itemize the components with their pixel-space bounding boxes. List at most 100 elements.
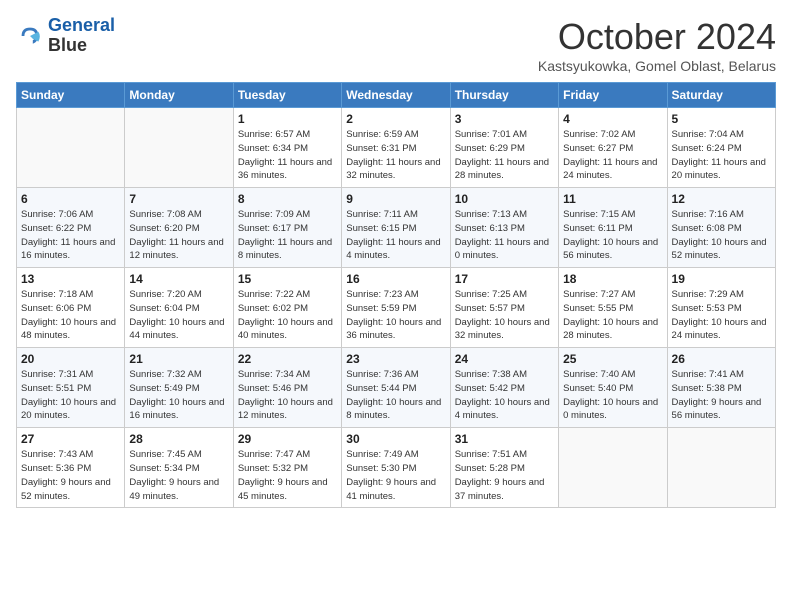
day-info: Sunrise: 7:40 AMSunset: 5:40 PMDaylight:… bbox=[563, 368, 662, 423]
day-number: 31 bbox=[455, 432, 554, 446]
calendar-header-row: SundayMondayTuesdayWednesdayThursdayFrid… bbox=[17, 83, 776, 108]
column-header-wednesday: Wednesday bbox=[342, 83, 450, 108]
day-number: 21 bbox=[129, 352, 228, 366]
calendar-week-3: 13 Sunrise: 7:18 AMSunset: 6:06 PMDayligh… bbox=[17, 268, 776, 348]
day-info: Sunrise: 7:22 AMSunset: 6:02 PMDaylight:… bbox=[238, 288, 337, 343]
column-header-monday: Monday bbox=[125, 83, 233, 108]
day-number: 11 bbox=[563, 192, 662, 206]
day-number: 18 bbox=[563, 272, 662, 286]
day-number: 26 bbox=[672, 352, 771, 366]
day-number: 19 bbox=[672, 272, 771, 286]
day-number: 3 bbox=[455, 112, 554, 126]
calendar-table: SundayMondayTuesdayWednesdayThursdayFrid… bbox=[16, 82, 776, 508]
calendar-cell: 17Sunrise: 7:25 AMSunset: 5:57 PMDayligh… bbox=[450, 268, 558, 348]
calendar-cell: 30 Sunrise: 7:49 AMSunset: 5:30 PMDayligh… bbox=[342, 428, 450, 508]
day-number: 30 bbox=[346, 432, 445, 446]
calendar-cell: 13 Sunrise: 7:18 AMSunset: 6:06 PMDayligh… bbox=[17, 268, 125, 348]
day-number: 22 bbox=[238, 352, 337, 366]
day-number: 28 bbox=[129, 432, 228, 446]
day-number: 16 bbox=[346, 272, 445, 286]
day-info: Sunrise: 7:45 AMSunset: 5:34 PMDaylight:… bbox=[129, 448, 228, 503]
calendar-cell: 5 Sunrise: 7:04 AMSunset: 6:24 PMDaylight… bbox=[667, 108, 775, 188]
calendar-cell: 27 Sunrise: 7:43 AMSunset: 5:36 PMDayligh… bbox=[17, 428, 125, 508]
day-info: Sunrise: 7:08 AMSunset: 6:20 PMDaylight:… bbox=[129, 208, 228, 263]
calendar-cell: 18 Sunrise: 7:27 AMSunset: 5:55 PMDayligh… bbox=[559, 268, 667, 348]
day-info: Sunrise: 7:15 AMSunset: 6:11 PMDaylight:… bbox=[563, 208, 662, 263]
calendar-cell: 24Sunrise: 7:38 AMSunset: 5:42 PMDayligh… bbox=[450, 348, 558, 428]
day-info: Sunrise: 7:43 AMSunset: 5:36 PMDaylight:… bbox=[21, 448, 120, 503]
column-header-friday: Friday bbox=[559, 83, 667, 108]
calendar-cell: 29 Sunrise: 7:47 AMSunset: 5:32 PMDayligh… bbox=[233, 428, 341, 508]
day-number: 10 bbox=[455, 192, 554, 206]
day-info: Sunrise: 6:59 AMSunset: 6:31 PMDaylight:… bbox=[346, 128, 445, 183]
logo-line1: General bbox=[48, 15, 115, 35]
day-number: 14 bbox=[129, 272, 228, 286]
day-info: Sunrise: 7:32 AMSunset: 5:49 PMDaylight:… bbox=[129, 368, 228, 423]
calendar-cell: 10 Sunrise: 7:13 AMSunset: 6:13 PMDayligh… bbox=[450, 188, 558, 268]
calendar-cell bbox=[559, 428, 667, 508]
calendar-cell: 20 Sunrise: 7:31 AMSunset: 5:51 PMDayligh… bbox=[17, 348, 125, 428]
day-info: Sunrise: 7:18 AMSunset: 6:06 PMDaylight:… bbox=[21, 288, 120, 343]
day-info: Sunrise: 7:02 AMSunset: 6:27 PMDaylight:… bbox=[563, 128, 662, 183]
calendar-cell: 16 Sunrise: 7:23 AMSunset: 5:59 PMDayligh… bbox=[342, 268, 450, 348]
calendar-cell bbox=[125, 108, 233, 188]
day-info: Sunrise: 7:29 AMSunset: 5:53 PMDaylight:… bbox=[672, 288, 771, 343]
column-header-thursday: Thursday bbox=[450, 83, 558, 108]
logo-icon bbox=[16, 22, 44, 50]
calendar-cell: 12Sunrise: 7:16 AMSunset: 6:08 PMDayligh… bbox=[667, 188, 775, 268]
calendar-cell: 14 Sunrise: 7:20 AMSunset: 6:04 PMDayligh… bbox=[125, 268, 233, 348]
calendar-week-1: 1Sunrise: 6:57 AMSunset: 6:34 PMDaylight… bbox=[17, 108, 776, 188]
day-number: 24 bbox=[455, 352, 554, 366]
calendar-cell: 6Sunrise: 7:06 AMSunset: 6:22 PMDaylight… bbox=[17, 188, 125, 268]
day-info: Sunrise: 7:13 AMSunset: 6:13 PMDaylight:… bbox=[455, 208, 554, 263]
day-number: 17 bbox=[455, 272, 554, 286]
day-info: Sunrise: 7:36 AMSunset: 5:44 PMDaylight:… bbox=[346, 368, 445, 423]
column-header-tuesday: Tuesday bbox=[233, 83, 341, 108]
day-number: 20 bbox=[21, 352, 120, 366]
day-info: Sunrise: 7:01 AMSunset: 6:29 PMDaylight:… bbox=[455, 128, 554, 183]
day-number: 13 bbox=[21, 272, 120, 286]
day-info: Sunrise: 7:49 AMSunset: 5:30 PMDaylight:… bbox=[346, 448, 445, 503]
calendar-cell: 23 Sunrise: 7:36 AMSunset: 5:44 PMDayligh… bbox=[342, 348, 450, 428]
calendar-cell bbox=[17, 108, 125, 188]
calendar-cell: 1Sunrise: 6:57 AMSunset: 6:34 PMDaylight… bbox=[233, 108, 341, 188]
day-number: 2 bbox=[346, 112, 445, 126]
page-header: General Blue October 2024 Kastsyukowka, … bbox=[16, 16, 776, 74]
logo-text: General Blue bbox=[48, 16, 115, 56]
calendar-cell: 2 Sunrise: 6:59 AMSunset: 6:31 PMDaylight… bbox=[342, 108, 450, 188]
day-number: 29 bbox=[238, 432, 337, 446]
day-info: Sunrise: 7:09 AMSunset: 6:17 PMDaylight:… bbox=[238, 208, 337, 263]
calendar-cell: 31 Sunrise: 7:51 AMSunset: 5:28 PMDayligh… bbox=[450, 428, 558, 508]
calendar-week-5: 27 Sunrise: 7:43 AMSunset: 5:36 PMDayligh… bbox=[17, 428, 776, 508]
calendar-cell bbox=[667, 428, 775, 508]
day-number: 7 bbox=[129, 192, 228, 206]
day-info: Sunrise: 7:51 AMSunset: 5:28 PMDaylight:… bbox=[455, 448, 554, 503]
calendar-cell: 8 Sunrise: 7:09 AMSunset: 6:17 PMDaylight… bbox=[233, 188, 341, 268]
day-info: Sunrise: 7:04 AMSunset: 6:24 PMDaylight:… bbox=[672, 128, 771, 183]
calendar-cell: 19 Sunrise: 7:29 AMSunset: 5:53 PMDayligh… bbox=[667, 268, 775, 348]
day-info: Sunrise: 7:27 AMSunset: 5:55 PMDaylight:… bbox=[563, 288, 662, 343]
calendar-cell: 7 Sunrise: 7:08 AMSunset: 6:20 PMDaylight… bbox=[125, 188, 233, 268]
day-number: 23 bbox=[346, 352, 445, 366]
calendar-cell: 15Sunrise: 7:22 AMSunset: 6:02 PMDayligh… bbox=[233, 268, 341, 348]
day-number: 8 bbox=[238, 192, 337, 206]
day-number: 25 bbox=[563, 352, 662, 366]
title-block: October 2024 Kastsyukowka, Gomel Oblast,… bbox=[538, 16, 776, 74]
day-info: Sunrise: 7:20 AMSunset: 6:04 PMDaylight:… bbox=[129, 288, 228, 343]
calendar-cell: 11 Sunrise: 7:15 AMSunset: 6:11 PMDayligh… bbox=[559, 188, 667, 268]
day-number: 12 bbox=[672, 192, 771, 206]
day-info: Sunrise: 7:31 AMSunset: 5:51 PMDaylight:… bbox=[21, 368, 120, 423]
calendar-cell: 26 Sunrise: 7:41 AMSunset: 5:38 PMDayligh… bbox=[667, 348, 775, 428]
day-number: 5 bbox=[672, 112, 771, 126]
day-info: Sunrise: 7:47 AMSunset: 5:32 PMDaylight:… bbox=[238, 448, 337, 503]
day-info: Sunrise: 7:41 AMSunset: 5:38 PMDaylight:… bbox=[672, 368, 771, 423]
location-subtitle: Kastsyukowka, Gomel Oblast, Belarus bbox=[538, 58, 776, 74]
day-info: Sunrise: 6:57 AMSunset: 6:34 PMDaylight:… bbox=[238, 128, 337, 183]
day-info: Sunrise: 7:23 AMSunset: 5:59 PMDaylight:… bbox=[346, 288, 445, 343]
calendar-cell: 22Sunrise: 7:34 AMSunset: 5:46 PMDayligh… bbox=[233, 348, 341, 428]
month-title: October 2024 bbox=[538, 16, 776, 58]
day-number: 27 bbox=[21, 432, 120, 446]
day-number: 4 bbox=[563, 112, 662, 126]
calendar-cell: 9Sunrise: 7:11 AMSunset: 6:15 PMDaylight… bbox=[342, 188, 450, 268]
calendar-cell: 25 Sunrise: 7:40 AMSunset: 5:40 PMDayligh… bbox=[559, 348, 667, 428]
